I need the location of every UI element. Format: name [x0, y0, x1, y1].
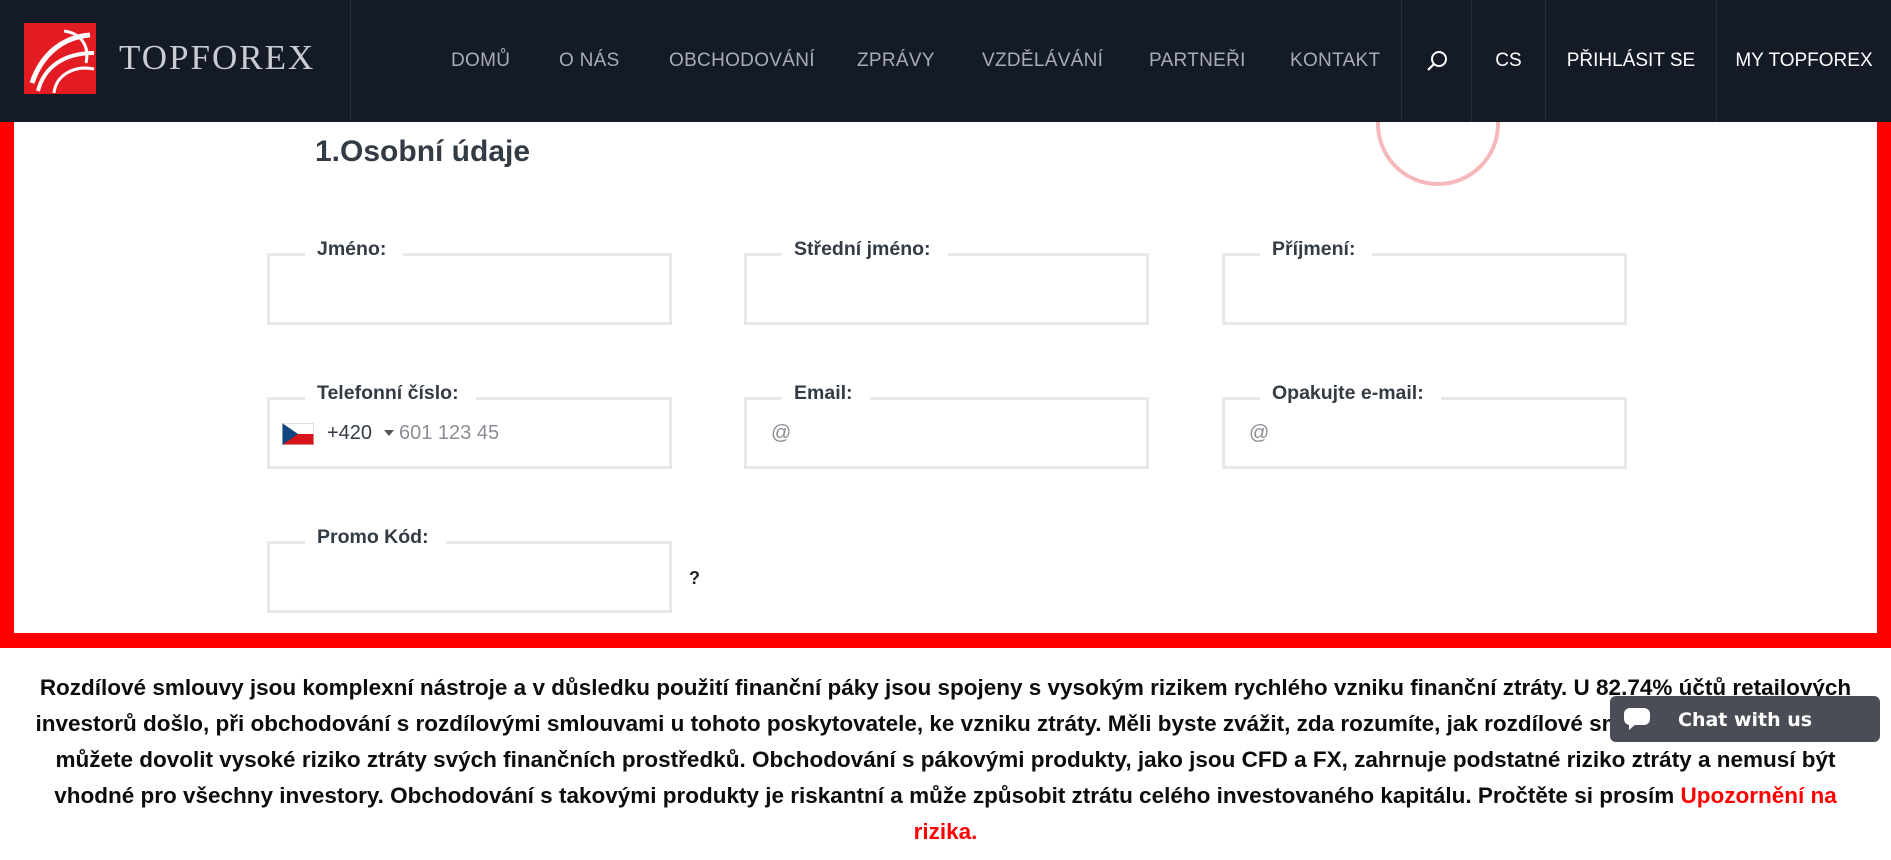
- my-topforex-button[interactable]: MY TOPFOREX: [1716, 0, 1891, 122]
- topforex-logo-icon[interactable]: [24, 23, 96, 94]
- section-title: 1.Osobní údaje: [315, 135, 531, 168]
- login-button[interactable]: PŘIHLÁSIT SE: [1545, 0, 1716, 122]
- search-icon: [1426, 51, 1447, 71]
- chat-widget-button[interactable]: Chat with us: [1610, 696, 1880, 742]
- middle-name-field: Střední jméno:: [744, 238, 1149, 325]
- loading-spinner-icon: [1376, 122, 1500, 186]
- email-field: Email: @: [744, 382, 1149, 469]
- promo-code-field: Promo Kód:: [267, 526, 672, 613]
- nav-education[interactable]: VZDĚLÁVÁNÍ: [982, 50, 1103, 72]
- nav-partners[interactable]: PARTNEŘI: [1149, 50, 1246, 72]
- first-name-field: Jméno:: [267, 238, 672, 325]
- cz-flag-icon[interactable]: [282, 423, 314, 445]
- search-button[interactable]: [1401, 0, 1471, 122]
- chat-bubble-icon: [1624, 708, 1650, 730]
- nav-home[interactable]: DOMŮ: [451, 50, 510, 72]
- top-navigation-bar: TOPFOREX DOMŮ O NÁS OBCHODOVÁNÍ ZPRÁVY V…: [0, 0, 1891, 122]
- language-switcher[interactable]: CS: [1471, 0, 1545, 122]
- nav-news[interactable]: ZPRÁVY: [857, 50, 935, 72]
- email-repeat-field: Opakujte e-mail: @: [1222, 382, 1627, 469]
- risk-warning: Rozdílové smlouvy jsou komplexní nástroj…: [22, 670, 1869, 850]
- middle-name-input[interactable]: [747, 256, 1146, 322]
- nav-contact[interactable]: KONTAKT: [1290, 50, 1380, 72]
- nav-trading[interactable]: OBCHODOVÁNÍ: [669, 50, 815, 72]
- promo-help-icon[interactable]: ?: [689, 568, 700, 589]
- promo-code-input[interactable]: [270, 544, 669, 610]
- last-name-input[interactable]: [1225, 256, 1624, 322]
- phone-input[interactable]: [385, 400, 665, 466]
- nav-about[interactable]: O NÁS: [559, 50, 620, 72]
- risk-warning-text: Rozdílové smlouvy jsou komplexní nástroj…: [35, 675, 1856, 808]
- email-repeat-input[interactable]: [1225, 400, 1624, 466]
- email-input[interactable]: [747, 400, 1146, 466]
- phone-field: Telefonní číslo: +420: [267, 382, 672, 469]
- first-name-input[interactable]: [270, 256, 669, 322]
- phone-country-code[interactable]: +420: [327, 422, 372, 445]
- last-name-field: Příjmení:: [1222, 238, 1627, 325]
- brand-name[interactable]: TOPFOREX: [119, 38, 315, 78]
- chat-label: Chat with us: [1678, 709, 1813, 731]
- header-divider: [350, 0, 351, 122]
